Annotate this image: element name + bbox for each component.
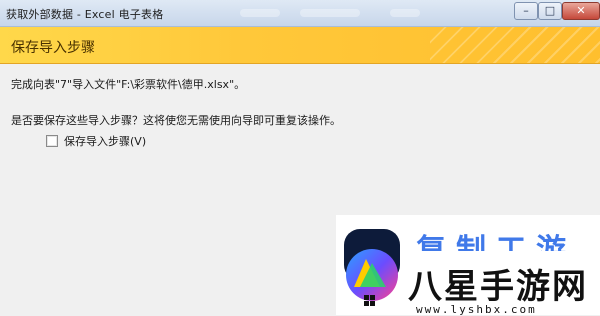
watermark-url: www.lyshbx.com bbox=[416, 303, 537, 316]
dialog-header: 保存导入步骤 bbox=[0, 27, 600, 64]
title-bar-decoration bbox=[240, 9, 280, 17]
minimize-icon[interactable]: – bbox=[514, 2, 538, 20]
save-import-steps-label[interactable]: 保存导入步骤(V) bbox=[64, 133, 146, 149]
save-steps-question: 是否要保存这些导入步骤？这将使您无需使用向导即可重复该操作。 bbox=[11, 114, 341, 127]
header-decoration bbox=[430, 27, 600, 63]
close-icon[interactable]: ✕ bbox=[562, 2, 600, 20]
save-import-steps-checkbox[interactable] bbox=[46, 135, 58, 147]
title-bar-decoration bbox=[300, 9, 360, 17]
window-title: 获取外部数据 - Excel 电子表格 bbox=[6, 8, 164, 21]
watermark-top-text: 复制工游 bbox=[416, 233, 576, 251]
game-controller-logo bbox=[344, 229, 400, 306]
title-bar-decoration bbox=[390, 9, 420, 17]
watermark-brand: 八星手游网 bbox=[408, 267, 588, 307]
maximize-icon[interactable]: □ bbox=[538, 2, 562, 20]
dialog-title: 保存导入步骤 bbox=[11, 40, 95, 56]
save-import-steps-option[interactable]: 保存导入步骤(V) bbox=[46, 134, 146, 148]
site-watermark: 复制工游 八星手游网 www.lyshbx.com bbox=[336, 215, 600, 316]
window-title-bar: 获取外部数据 - Excel 电子表格 – □ ✕ bbox=[0, 0, 600, 27]
import-complete-message: 完成向表"7"导入文件"F:\彩票软件\德甲.xlsx"。 bbox=[11, 78, 246, 91]
